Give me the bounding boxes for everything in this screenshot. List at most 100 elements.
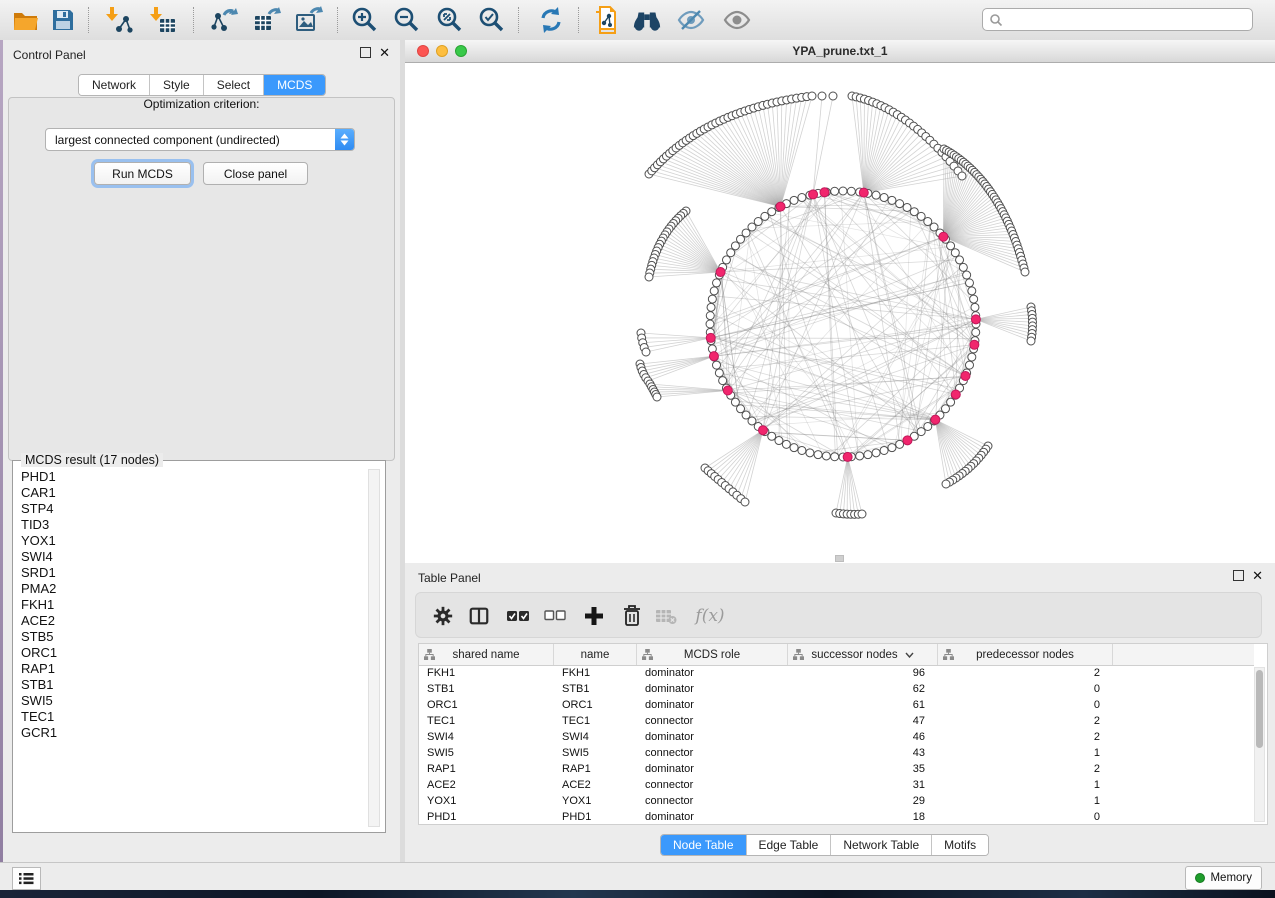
- leaf-node[interactable]: [1027, 337, 1035, 345]
- table-cell[interactable]: connector: [637, 745, 788, 761]
- close-panel-icon[interactable]: ✕: [379, 48, 390, 57]
- memory-button[interactable]: Memory: [1185, 866, 1262, 890]
- table-cell[interactable]: SWI5: [419, 745, 554, 761]
- table-cell[interactable]: 18: [788, 809, 938, 825]
- leaf-node[interactable]: [942, 480, 950, 488]
- tab-node-table[interactable]: Node Table: [661, 835, 747, 855]
- table-body[interactable]: FKH1FKH1dominator962STB1STB1dominator620…: [419, 665, 1254, 825]
- ring-node[interactable]: [864, 451, 872, 459]
- tab-network[interactable]: Network: [79, 75, 150, 95]
- leaf-node[interactable]: [958, 172, 966, 180]
- ring-node[interactable]: [768, 432, 776, 440]
- ring-node[interactable]: [806, 449, 814, 457]
- export-table-icon[interactable]: [252, 5, 282, 35]
- table-cell[interactable]: 29: [788, 793, 938, 809]
- table-cell[interactable]: 61: [788, 697, 938, 713]
- column-header-predecessor-nodes[interactable]: predecessor nodes: [938, 644, 1113, 665]
- ring-node[interactable]: [963, 271, 971, 279]
- table-scrollbar[interactable]: [1254, 667, 1265, 822]
- table-cell[interactable]: 2: [938, 713, 1113, 729]
- add-icon[interactable]: [582, 604, 606, 628]
- ring-node[interactable]: [831, 187, 839, 195]
- ring-node[interactable]: [707, 303, 715, 311]
- ring-node[interactable]: [706, 320, 714, 328]
- ring-node[interactable]: [968, 287, 976, 295]
- ring-node[interactable]: [839, 187, 847, 195]
- list-item[interactable]: STB5: [21, 629, 373, 645]
- table-cell[interactable]: ORC1: [419, 697, 554, 713]
- mcds-dominator-node[interactable]: [709, 352, 718, 361]
- ring-node[interactable]: [822, 452, 830, 460]
- tab-motifs[interactable]: Motifs: [932, 835, 988, 855]
- mcds-dominator-node[interactable]: [961, 371, 970, 380]
- list-item[interactable]: SWI4: [21, 549, 373, 565]
- mcds-dominator-node[interactable]: [931, 415, 940, 424]
- ring-node[interactable]: [798, 194, 806, 202]
- node-table[interactable]: shared name name MCDS role successor nod…: [418, 643, 1268, 825]
- ring-node[interactable]: [814, 451, 822, 459]
- import-network-icon[interactable]: [104, 5, 134, 35]
- ring-node[interactable]: [731, 242, 739, 250]
- delete-icon[interactable]: [620, 604, 644, 628]
- select-all-checks-icon[interactable]: [506, 604, 530, 628]
- list-item[interactable]: SRD1: [21, 565, 373, 581]
- leaf-node[interactable]: [645, 273, 653, 281]
- list-item[interactable]: STB1: [21, 677, 373, 693]
- document-share-icon[interactable]: [592, 5, 622, 35]
- ring-node[interactable]: [713, 361, 721, 369]
- table-row[interactable]: ORC1ORC1dominator610: [419, 697, 1254, 713]
- list-item[interactable]: FKH1: [21, 597, 373, 613]
- ring-node[interactable]: [968, 353, 976, 361]
- table-cell[interactable]: dominator: [637, 729, 788, 745]
- table-cell[interactable]: RAP1: [554, 761, 637, 777]
- ring-node[interactable]: [708, 295, 716, 303]
- leaf-node[interactable]: [642, 348, 650, 356]
- ring-node[interactable]: [903, 203, 911, 211]
- table-cell[interactable]: PHD1: [554, 809, 637, 825]
- ring-node[interactable]: [965, 279, 973, 287]
- network-window-titlebar[interactable]: YPA_prune.txt_1: [405, 40, 1275, 63]
- table-row[interactable]: YOX1YOX1connector291: [419, 793, 1254, 809]
- table-cell[interactable]: YOX1: [554, 793, 637, 809]
- column-header-name[interactable]: name: [554, 644, 637, 665]
- ring-node[interactable]: [790, 196, 798, 204]
- leaf-node[interactable]: [818, 92, 826, 100]
- table-cell[interactable]: dominator: [637, 761, 788, 777]
- column-header-successor-nodes[interactable]: successor nodes: [788, 644, 938, 665]
- table-cell[interactable]: SWI5: [554, 745, 637, 761]
- table-cell[interactable]: 2: [938, 665, 1113, 681]
- run-mcds-button[interactable]: Run MCDS: [94, 162, 191, 185]
- table-row[interactable]: SWI4SWI4dominator462: [419, 729, 1254, 745]
- ring-node[interactable]: [856, 452, 864, 460]
- table-cell[interactable]: FKH1: [419, 665, 554, 681]
- column-header-shared-name[interactable]: shared name: [419, 644, 554, 665]
- deselect-checks-icon[interactable]: [543, 604, 567, 628]
- ring-node[interactable]: [710, 287, 718, 295]
- column-header-mcds-role[interactable]: MCDS role: [637, 644, 788, 665]
- ring-node[interactable]: [971, 303, 979, 311]
- list-item[interactable]: TID3: [21, 517, 373, 533]
- columns-icon[interactable]: [467, 604, 491, 628]
- list-item[interactable]: ORC1: [21, 645, 373, 661]
- mcds-dominator-node[interactable]: [758, 426, 767, 435]
- table-cell[interactable]: 35: [788, 761, 938, 777]
- table-cell[interactable]: 0: [938, 697, 1113, 713]
- zoom-selected-icon[interactable]: [477, 5, 507, 35]
- ring-node[interactable]: [798, 446, 806, 454]
- list-item[interactable]: STP4: [21, 501, 373, 517]
- table-cell[interactable]: 43: [788, 745, 938, 761]
- ring-node[interactable]: [888, 196, 896, 204]
- table-cell[interactable]: 47: [788, 713, 938, 729]
- zoom-fit-icon[interactable]: [435, 5, 465, 35]
- ring-node[interactable]: [970, 295, 978, 303]
- list-item[interactable]: RAP1: [21, 661, 373, 677]
- table-cell[interactable]: dominator: [637, 681, 788, 697]
- mcds-dominator-node[interactable]: [809, 190, 818, 199]
- mcds-dominator-node[interactable]: [820, 188, 829, 197]
- mcds-dominator-node[interactable]: [970, 340, 979, 349]
- mcds-dominator-node[interactable]: [776, 202, 785, 211]
- ring-node[interactable]: [896, 440, 904, 448]
- search-input[interactable]: [1003, 12, 1237, 28]
- save-icon[interactable]: [48, 5, 78, 35]
- show-eye-icon[interactable]: [722, 5, 752, 35]
